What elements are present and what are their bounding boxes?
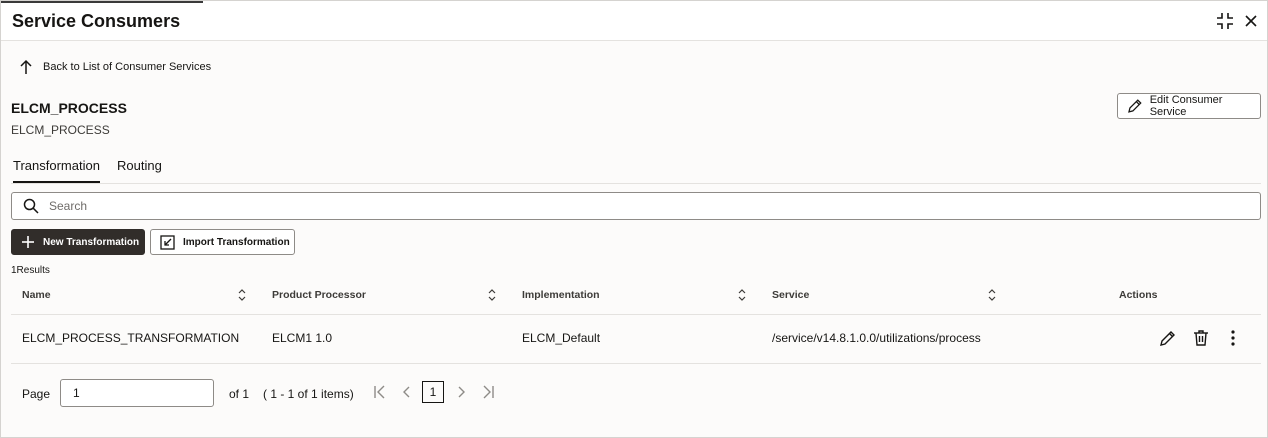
sort-icon[interactable] (487, 288, 497, 302)
table-row: ELCM_PROCESS_TRANSFORMATION ELCM1 1.0 EL… (11, 314, 1261, 364)
tab-routing[interactable]: Routing (117, 158, 162, 181)
column-header-actions: Actions (1119, 289, 1158, 301)
pagination: Page 1 of 1 ( 1 - 1 of 1 items) 1 (11, 371, 611, 411)
pencil-icon (1128, 99, 1142, 113)
column-header-service[interactable]: Service (772, 289, 809, 301)
more-vertical-icon[interactable] (1223, 328, 1243, 348)
header-accent-bar (1, 1, 203, 3)
cell-implementation: ELCM_Default (522, 331, 601, 345)
tab-divider (11, 183, 1261, 184)
content-area: Back to List of Consumer Services ELCM_P… (1, 41, 1267, 437)
edit-consumer-service-button[interactable]: Edit Consumer Service (1117, 93, 1261, 119)
cell-service: /service/v14.8.1.0.0/utilizations/proces… (772, 331, 981, 345)
dialog: Service Consumers Back to List of Consum… (0, 0, 1268, 438)
fullscreen-collapse-icon[interactable] (1215, 11, 1235, 31)
page-total-label: of 1 (229, 387, 250, 401)
search-input[interactable] (47, 198, 1231, 214)
back-link[interactable]: Back to List of Consumer Services (19, 57, 211, 77)
next-page-icon[interactable] (451, 382, 471, 402)
entity-title: ELCM_PROCESS (11, 100, 127, 116)
edit-consumer-service-label: Edit Consumer Service (1149, 94, 1223, 118)
delete-icon[interactable] (1191, 328, 1211, 348)
results-count: 1Results (11, 265, 50, 276)
cell-name: ELCM_PROCESS_TRANSFORMATION (22, 331, 240, 345)
search-icon (23, 198, 39, 214)
page-title: Service Consumers (12, 11, 181, 31)
page-label: Page (22, 387, 51, 401)
search-box (11, 192, 1261, 220)
column-header-implementation[interactable]: Implementation (522, 289, 600, 301)
sort-icon[interactable] (987, 288, 997, 302)
items-range-label: ( 1 - 1 of 1 items) (263, 387, 354, 401)
column-header-product-processor[interactable]: Product Processor (272, 289, 366, 301)
new-transformation-button[interactable]: New Transformation (11, 229, 145, 255)
arrow-up-icon (20, 59, 32, 74)
sort-icon[interactable] (237, 288, 247, 302)
last-page-icon[interactable] (478, 382, 498, 402)
dialog-header: Service Consumers (1, 1, 1267, 41)
current-page-button[interactable]: 1 (422, 381, 444, 403)
page-number-input[interactable]: 1 (60, 379, 214, 407)
cell-product-processor: ELCM1 1.0 (272, 331, 333, 345)
tab-transformation[interactable]: Transformation (13, 158, 100, 183)
table-header: Name Product Processor Implementation Se… (11, 281, 1261, 313)
entity-subtitle: ELCM_PROCESS (11, 123, 110, 137)
first-page-icon[interactable] (370, 382, 390, 402)
sort-icon[interactable] (737, 288, 747, 302)
plus-icon (22, 236, 34, 248)
import-transformation-button[interactable]: Import Transformation (150, 229, 295, 255)
column-header-name[interactable]: Name (22, 289, 51, 301)
new-transformation-label: New Transformation (43, 236, 140, 248)
import-icon (160, 234, 175, 250)
close-icon[interactable] (1241, 11, 1261, 31)
back-link-label: Back to List of Consumer Services (43, 61, 212, 73)
import-transformation-label: Import Transformation (183, 236, 290, 248)
edit-icon[interactable] (1158, 328, 1178, 348)
previous-page-icon[interactable] (397, 382, 417, 402)
